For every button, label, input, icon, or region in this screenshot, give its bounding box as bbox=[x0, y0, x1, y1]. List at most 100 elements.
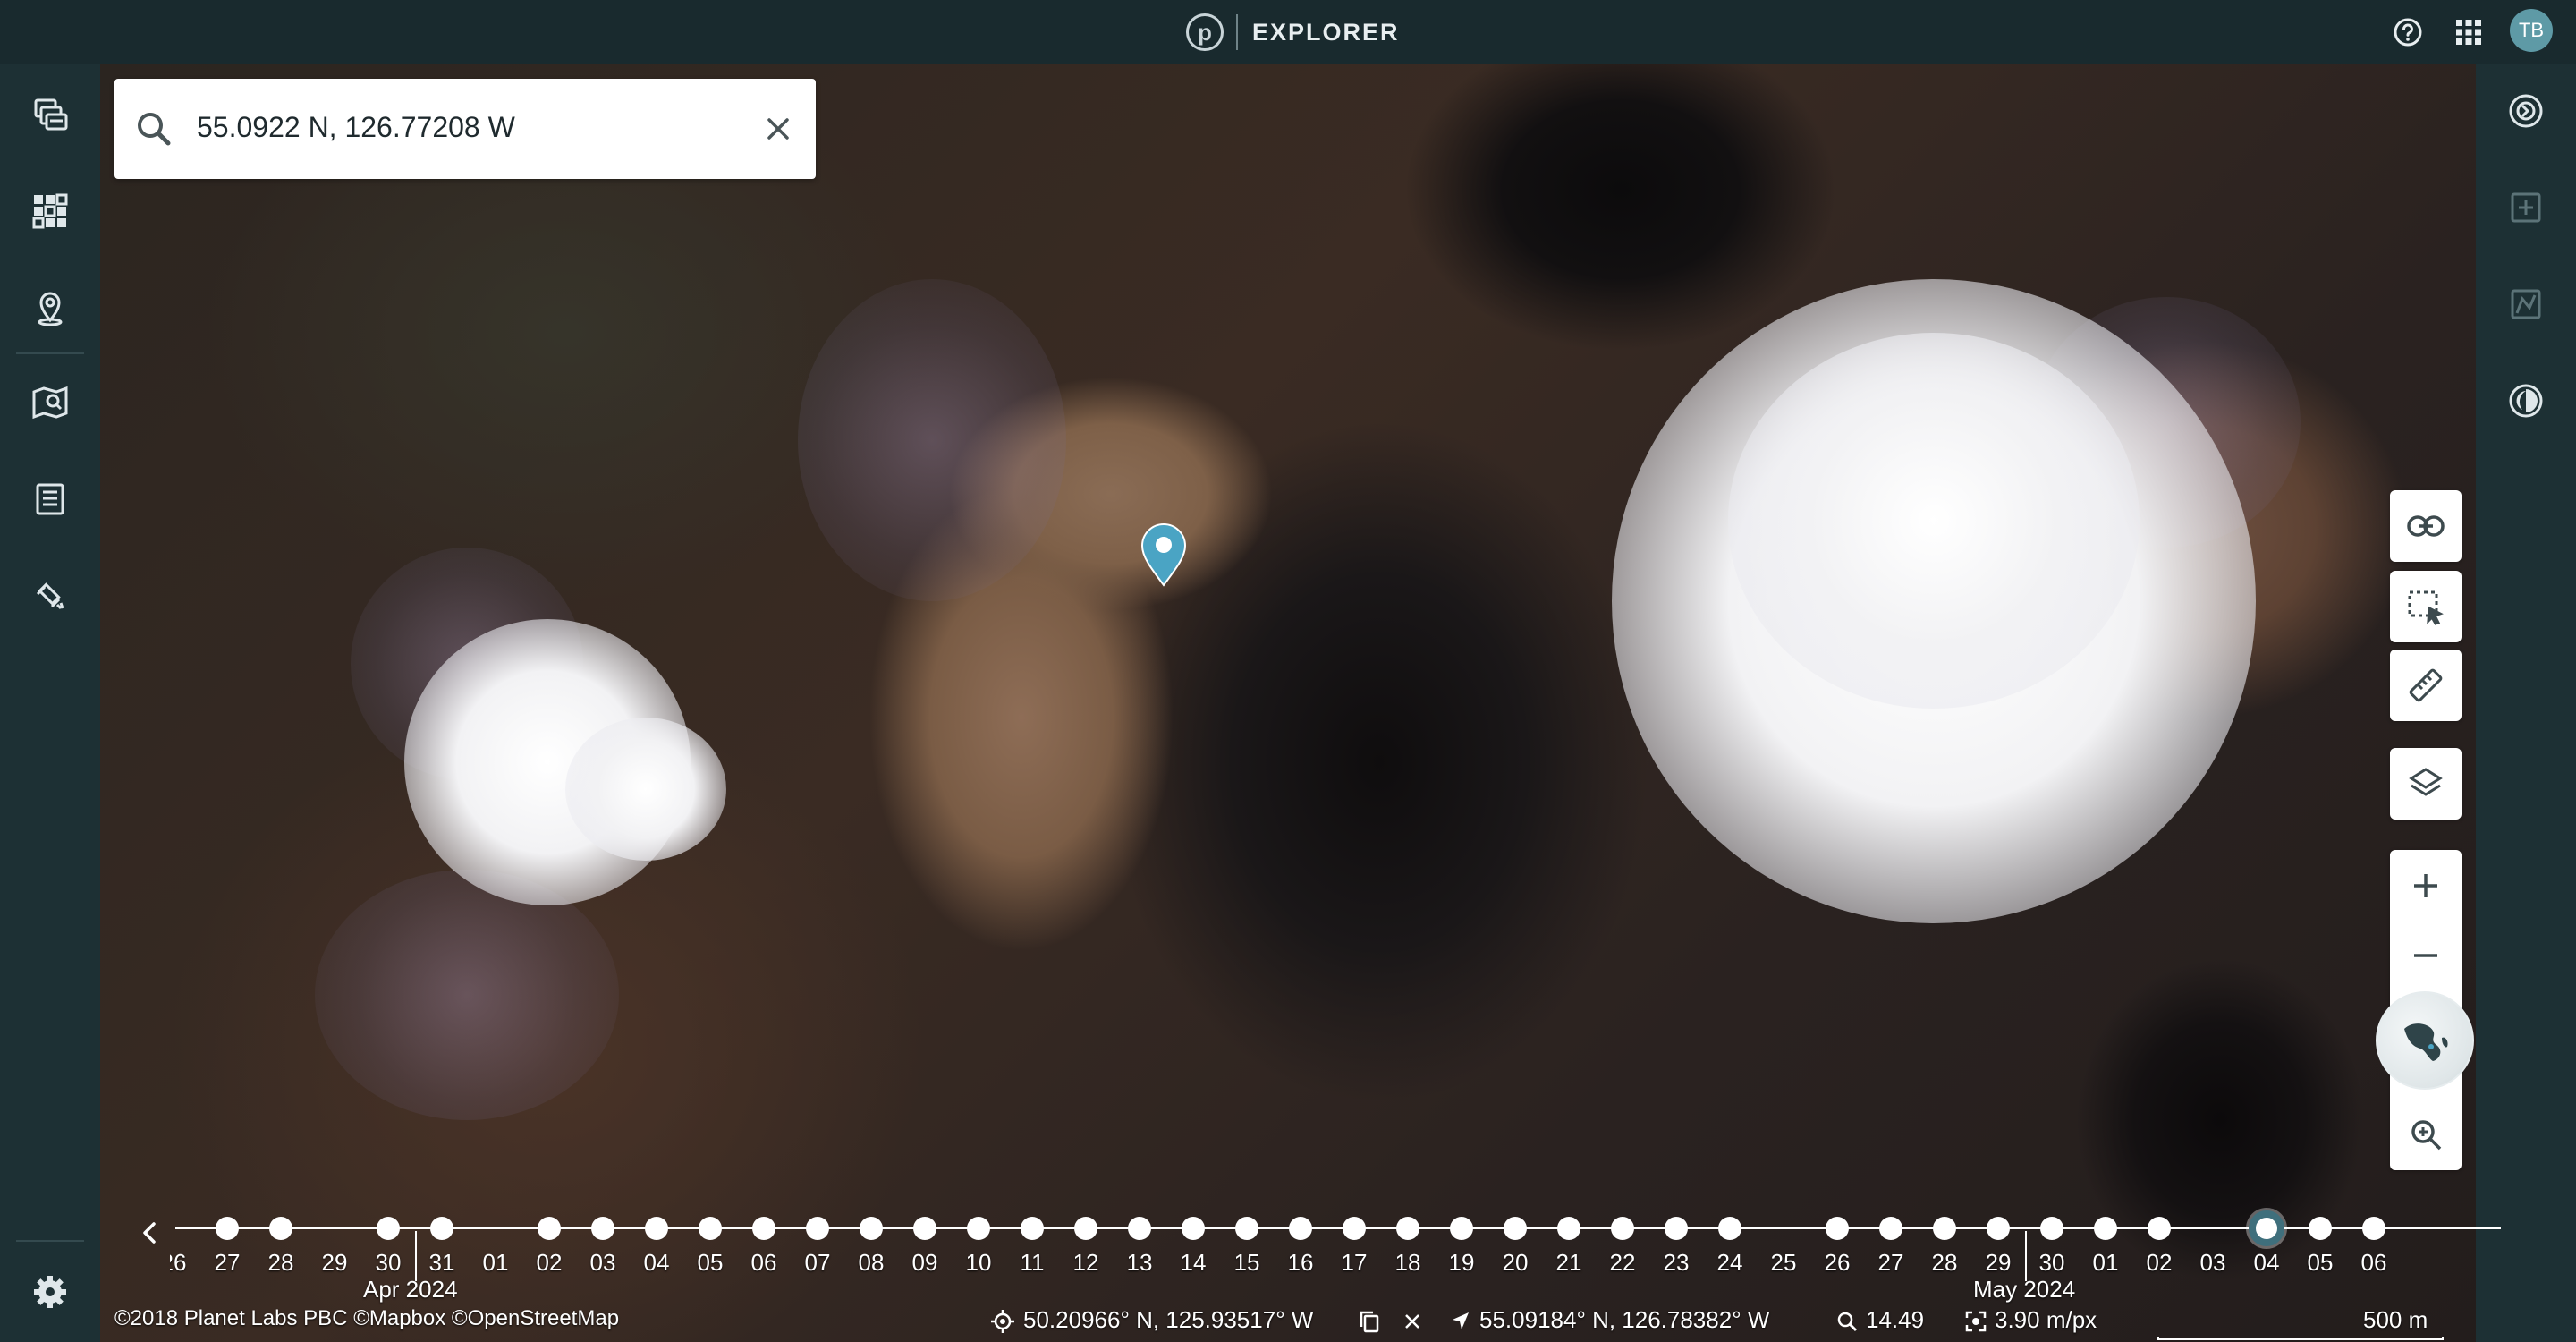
timeline-dot[interactable] bbox=[2362, 1217, 2385, 1240]
satellite-map[interactable] bbox=[100, 64, 2476, 1342]
brand[interactable]: p EXPLORER bbox=[1186, 11, 1400, 54]
timeline-day-label[interactable]: 02 bbox=[522, 1249, 576, 1277]
timeline-day-label[interactable]: 20 bbox=[1488, 1249, 1542, 1277]
layers-button[interactable] bbox=[2390, 748, 2462, 820]
timeline-day-label[interactable]: 05 bbox=[683, 1249, 737, 1277]
timeline-day-label[interactable]: 28 bbox=[1918, 1249, 1971, 1277]
timeline-day-label[interactable]: 24 bbox=[1703, 1249, 1757, 1277]
copy-icon[interactable] bbox=[1358, 1310, 1381, 1333]
timeline-day-label[interactable]: 09 bbox=[898, 1249, 952, 1277]
timeline-day-label[interactable]: 04 bbox=[630, 1249, 683, 1277]
timeline-day-label[interactable]: 16 bbox=[1274, 1249, 1327, 1277]
timeline-dot[interactable] bbox=[1987, 1217, 2010, 1240]
timeline-dot[interactable] bbox=[1933, 1217, 1956, 1240]
timeline-dot[interactable] bbox=[2040, 1217, 2063, 1240]
timeline-dot[interactable] bbox=[2148, 1217, 2171, 1240]
timeline-dot[interactable] bbox=[1665, 1217, 1688, 1240]
user-avatar[interactable]: TB bbox=[2510, 9, 2553, 52]
select-area-button[interactable] bbox=[2390, 571, 2462, 642]
app-grid-icon[interactable] bbox=[2451, 14, 2487, 50]
timeline-dot[interactable] bbox=[1611, 1217, 1634, 1240]
timeline-day-label[interactable]: 12 bbox=[1059, 1249, 1113, 1277]
timeline-day-label[interactable]: 19 bbox=[1435, 1249, 1488, 1277]
timeline-dot[interactable] bbox=[591, 1217, 614, 1240]
timeline-day-label[interactable]: 14 bbox=[1166, 1249, 1220, 1277]
timeline-day-label[interactable]: 26 bbox=[170, 1249, 200, 1277]
timeline-day-label[interactable]: 07 bbox=[791, 1249, 844, 1277]
timeline-dot[interactable] bbox=[1074, 1217, 1097, 1240]
help-icon[interactable] bbox=[2390, 14, 2426, 50]
timeline-dot[interactable] bbox=[377, 1217, 400, 1240]
timeline-dot[interactable] bbox=[1396, 1217, 1419, 1240]
timeline-day-label[interactable]: 15 bbox=[1220, 1249, 1274, 1277]
timeline-dot[interactable] bbox=[1128, 1217, 1151, 1240]
measure-button[interactable] bbox=[2390, 650, 2462, 721]
brightness-icon[interactable] bbox=[2503, 378, 2549, 424]
search-input[interactable]: 55.0922 N, 126.77208 W bbox=[197, 111, 515, 144]
timeline-dot[interactable] bbox=[1021, 1217, 1044, 1240]
timeline-dot[interactable] bbox=[806, 1217, 829, 1240]
timeline-dot[interactable] bbox=[1182, 1217, 1205, 1240]
zoom-to-button[interactable] bbox=[2390, 1099, 2462, 1170]
timeline-day-label[interactable]: 17 bbox=[1327, 1249, 1381, 1277]
timeline-day-label[interactable]: 29 bbox=[308, 1249, 361, 1277]
timeline-day-label[interactable]: 03 bbox=[2186, 1249, 2240, 1277]
chart-icon[interactable] bbox=[2503, 281, 2549, 327]
timeline-dot[interactable] bbox=[1826, 1217, 1849, 1240]
timeline-day-label[interactable]: 10 bbox=[952, 1249, 1005, 1277]
timeline-dot[interactable] bbox=[2309, 1217, 2332, 1240]
timeline-day-label[interactable]: 22 bbox=[1596, 1249, 1649, 1277]
timeline-dot[interactable] bbox=[1718, 1217, 1741, 1240]
map-pin-icon[interactable] bbox=[27, 379, 73, 426]
search-bar[interactable]: 55.0922 N, 126.77208 W bbox=[114, 79, 816, 179]
timeline-dot[interactable] bbox=[1504, 1217, 1527, 1240]
timeline-day-label[interactable]: 05 bbox=[2293, 1249, 2347, 1277]
timeline-day-label[interactable]: 06 bbox=[2347, 1249, 2401, 1277]
satellite-tasking-icon[interactable] bbox=[27, 573, 73, 619]
timeline-day-label[interactable]: 25 bbox=[1757, 1249, 1810, 1277]
timeline-day-label[interactable]: 04 bbox=[2240, 1249, 2293, 1277]
timeline-day-label[interactable]: 28 bbox=[254, 1249, 308, 1277]
timeline-dot[interactable] bbox=[1879, 1217, 1902, 1240]
timeline-dot[interactable] bbox=[752, 1217, 775, 1240]
timeline-day-label[interactable]: 26 bbox=[1810, 1249, 1864, 1277]
timeline-day-label[interactable]: 01 bbox=[469, 1249, 522, 1277]
timeline-dot[interactable] bbox=[216, 1217, 239, 1240]
map-attribution[interactable]: ©2018 Planet Labs PBC ©Mapbox ©OpenStree… bbox=[114, 1306, 619, 1331]
timeline-dot[interactable] bbox=[1557, 1217, 1580, 1240]
timeline-dot[interactable] bbox=[1343, 1217, 1366, 1240]
timeline-day-label[interactable]: 03 bbox=[576, 1249, 630, 1277]
settings-gear-icon[interactable] bbox=[27, 1269, 73, 1315]
location-marker-icon[interactable] bbox=[1140, 522, 1188, 587]
timeline-day-label[interactable]: 08 bbox=[844, 1249, 898, 1277]
zoom-out-button[interactable] bbox=[2390, 920, 2462, 991]
timeline-day-label[interactable]: 27 bbox=[200, 1249, 254, 1277]
grid-mosaic-icon[interactable] bbox=[27, 188, 73, 234]
timeline-dot[interactable] bbox=[538, 1217, 561, 1240]
compare-icon[interactable] bbox=[2503, 88, 2549, 134]
close-icon[interactable] bbox=[1401, 1310, 1424, 1333]
timeline-dot[interactable] bbox=[860, 1217, 883, 1240]
timeline-day-label[interactable]: 21 bbox=[1542, 1249, 1596, 1277]
location-pin-icon[interactable] bbox=[27, 285, 73, 331]
timeline-day-label[interactable]: 18 bbox=[1381, 1249, 1435, 1277]
add-analysis-icon[interactable] bbox=[2503, 184, 2549, 231]
timeline-dot[interactable] bbox=[1450, 1217, 1473, 1240]
timeline-dot[interactable] bbox=[430, 1217, 453, 1240]
timeline-day-label[interactable]: 31 bbox=[415, 1249, 469, 1277]
timeline-dot[interactable] bbox=[2094, 1217, 2117, 1240]
timeline-dot[interactable] bbox=[645, 1217, 668, 1240]
share-link-button[interactable] bbox=[2390, 490, 2462, 562]
close-icon[interactable] bbox=[760, 111, 796, 147]
timeline-day-label[interactable]: 11 bbox=[1005, 1249, 1059, 1277]
timeline-day-label[interactable]: 29 bbox=[1971, 1249, 2025, 1277]
layers-stack-icon[interactable] bbox=[27, 91, 73, 138]
timeline-day-label[interactable]: 02 bbox=[2132, 1249, 2186, 1277]
chevron-left-icon[interactable] bbox=[136, 1219, 165, 1247]
timeline-dot[interactable] bbox=[269, 1217, 292, 1240]
timeline-dot-selected[interactable] bbox=[2249, 1210, 2284, 1246]
timeline-day-label[interactable]: 06 bbox=[737, 1249, 791, 1277]
timeline-day-label[interactable]: 27 bbox=[1864, 1249, 1918, 1277]
timeline-dot[interactable] bbox=[1235, 1217, 1258, 1240]
zoom-in-button[interactable] bbox=[2390, 850, 2462, 922]
